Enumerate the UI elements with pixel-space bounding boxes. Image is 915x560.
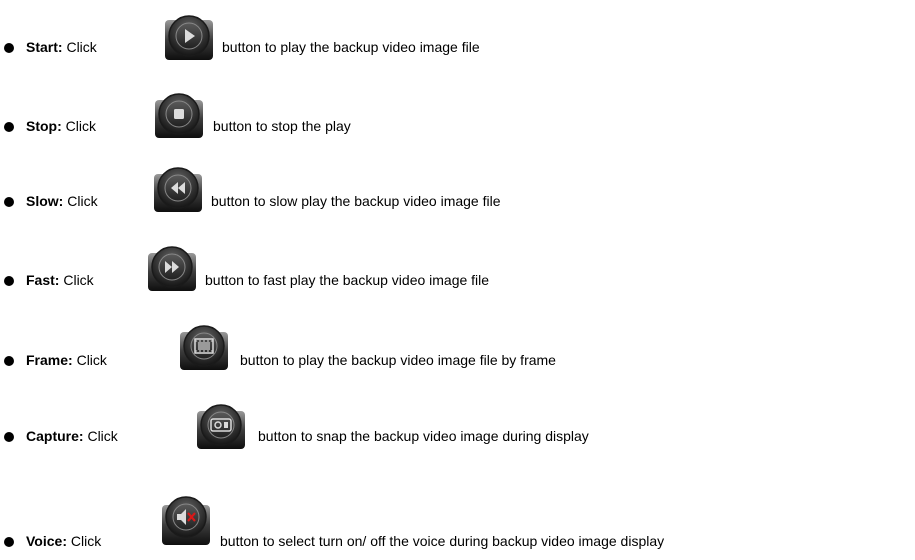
list-item-capture: Capture: Click button to snap the backup… [0,404,915,469]
bullet [4,537,14,547]
stop-icon [153,92,203,140]
item-click-word: Click [70,533,102,549]
list-item-frame: Frame: Click button to play the backup v… [0,325,915,388]
bullet [4,122,14,132]
bullet [4,356,14,366]
item-term: Frame: [26,352,73,368]
item-description: button to snap the backup video image du… [258,428,589,444]
bullet [4,432,14,442]
list-item-start: Start: Click button to play the backup v… [0,15,915,78]
list-item-stop: Stop: Click button to stop the play [0,92,915,154]
list-item-voice: Voice: Click button to select turn on/ o… [0,485,915,549]
item-line: Frame: Click [26,352,107,368]
list-item-fast: Fast: Click button to fast play the back… [0,246,915,311]
bullet [4,276,14,286]
item-line: Stop: Click [26,118,96,134]
item-term: Start: [26,39,63,55]
item-term: Fast: [26,272,60,288]
item-click-word: Click [65,118,96,134]
item-click-word: Click [66,39,97,55]
item-line: Slow: Click [26,193,98,209]
item-line: Start: Click [26,39,97,55]
list-item-slow: Slow: Click button to slow play the back… [0,167,915,232]
item-click-word: Click [63,272,94,288]
bullet [4,43,14,53]
item-description: button to fast play the backup video ima… [205,272,490,288]
item-description: button to play the backup video image fi… [222,39,480,55]
item-term: Stop: [26,118,62,134]
item-click-word: Click [67,193,98,209]
camera-capture-icon [195,403,245,451]
fast-forward-icon [146,245,196,293]
item-description: button to play the backup video image fi… [240,352,556,368]
item-click-word: Click [76,352,107,368]
rewind-icon [152,166,202,214]
play-icon [163,14,213,62]
item-description: button to select turn on/ off the voice … [220,533,665,549]
bullet [4,197,14,207]
item-click-word: Click [87,428,118,444]
item-line: Voice: Click [26,533,101,549]
item-description: button to slow play the backup video ima… [211,193,501,209]
item-line: Fast: Click [26,272,94,288]
item-line: Capture: Click [26,428,118,444]
film-frame-icon [178,324,228,372]
item-term: Slow: [26,193,64,209]
item-description: button to stop the play [213,118,351,134]
item-term: Capture: [26,428,84,444]
item-term: Voice: [26,533,67,549]
speaker-mute-icon [160,495,210,545]
